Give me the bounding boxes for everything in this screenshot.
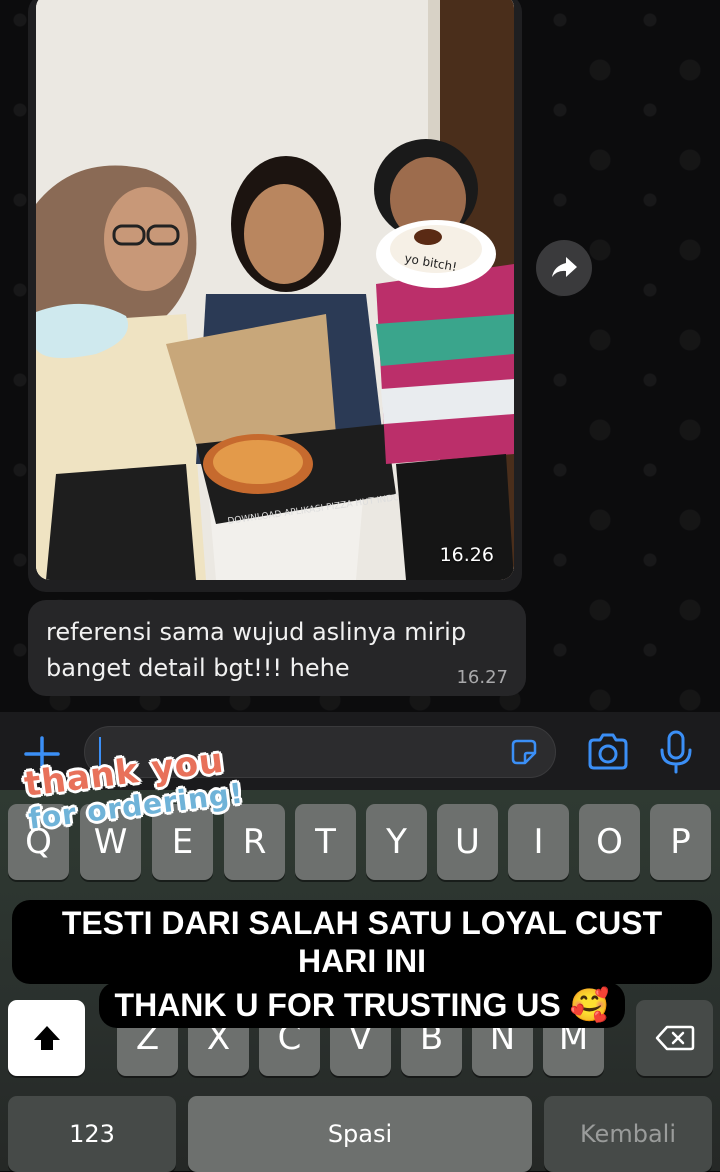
sticker-icon[interactable]	[509, 737, 539, 767]
key-u[interactable]: U	[437, 804, 498, 880]
key-i[interactable]: I	[508, 804, 569, 880]
key-o[interactable]: O	[579, 804, 640, 880]
forward-icon	[552, 257, 577, 277]
space-key[interactable]: Spasi	[188, 1096, 532, 1172]
caption-line1: TESTI DARI SALAH SATU LOYAL CUST HARI IN…	[12, 900, 712, 984]
text-message-bubble[interactable]: referensi sama wujud aslinya mirip bange…	[28, 600, 526, 696]
key-p[interactable]: P	[650, 804, 711, 880]
message-timestamp: 16.27	[456, 667, 508, 688]
caption-line2: THANK U FOR TRUSTING US 🥰	[98, 982, 626, 1028]
backspace-icon	[655, 1025, 694, 1051]
photo-image: DOWNLOAD APLIKASI PIZZA HUT INDONESIA DI…	[36, 0, 514, 580]
return-key[interactable]: Kembali	[544, 1096, 712, 1172]
camera-icon[interactable]	[586, 732, 630, 772]
message-text: referensi sama wujud aslinya mirip bange…	[46, 618, 467, 682]
key-t[interactable]: T	[295, 804, 356, 880]
forward-button[interactable]	[536, 240, 592, 296]
microphone-icon[interactable]	[658, 730, 694, 774]
story-caption: TESTI DARI SALAH SATU LOYAL CUST HARI IN…	[12, 900, 712, 1028]
key-y[interactable]: Y	[366, 804, 427, 880]
photo-message-bubble[interactable]: DOWNLOAD APLIKASI PIZZA HUT INDONESIA DI…	[28, 0, 522, 592]
shift-icon	[33, 1026, 60, 1050]
photo[interactable]: DOWNLOAD APLIKASI PIZZA HUT INDONESIA DI…	[36, 0, 514, 580]
photo-timestamp: 16.26	[439, 544, 494, 566]
numbers-key[interactable]: 123	[8, 1096, 176, 1172]
chat-area: DOWNLOAD APLIKASI PIZZA HUT INDONESIA DI…	[0, 0, 720, 712]
